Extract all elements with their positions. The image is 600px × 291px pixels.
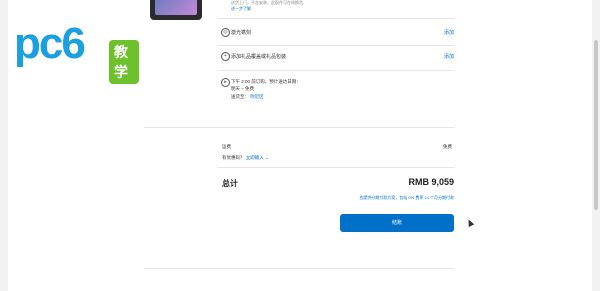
logo-badge: 教学	[109, 40, 139, 84]
divider	[218, 18, 454, 19]
mouse-cursor-icon	[465, 218, 475, 227]
total-value: RMB 9,059	[408, 177, 454, 187]
site-logo: pc6 教学	[14, 18, 139, 84]
divider	[218, 45, 454, 46]
promo-prompt: 有优惠码？	[222, 155, 245, 160]
left-gutter	[0, 0, 8, 291]
truck-icon: ▸	[221, 78, 230, 87]
page: pc6 教学 送货上门，不含安装，此配件可在线换货 进一步了解 ◎ 激光镌刻 添…	[0, 0, 600, 291]
delivery-line1: 下午 2:00 前订购，预计送达日期：	[231, 79, 301, 84]
shipping-label: 运费	[222, 144, 231, 149]
installment-link[interactable]: 也提供分期付款方案，包括 0% 费率 24 个月分期付款	[359, 195, 454, 201]
gift-icon: +	[221, 52, 230, 61]
promo-row: 有优惠码？ 立即输入 ⌄	[222, 155, 269, 161]
option-label-engrave: 激光镌刻	[231, 30, 252, 36]
divider	[218, 70, 454, 71]
divider	[218, 167, 454, 168]
laser-engrave-icon: ◎	[221, 28, 230, 37]
scrollbar[interactable]	[594, 40, 598, 210]
promo-link[interactable]: 立即输入 ⌄	[246, 155, 269, 160]
total-label: 总计	[222, 179, 238, 188]
delivery-location-link[interactable]: 附近区	[250, 94, 264, 99]
add-gift-button[interactable]: 添加	[444, 53, 454, 60]
delivery-location-label: 送货至：	[231, 94, 249, 99]
bottom-divider	[144, 268, 454, 269]
delivery-location: 送货至： 附近区	[231, 94, 264, 100]
learn-more-link[interactable]: 进一步了解	[231, 6, 251, 12]
delivery-line2: 明天 – 免费	[231, 86, 255, 91]
add-engrave-button[interactable]: 添加	[444, 29, 454, 36]
section-divider	[144, 127, 454, 128]
checkout-button[interactable]: 结账	[340, 214, 454, 232]
product-screen	[155, 0, 197, 15]
product-image	[150, 0, 202, 20]
shipping-value: 免费	[443, 144, 452, 149]
logo-text: pc6	[14, 19, 86, 68]
option-label-gift: 添加礼品覆盖或礼品包装	[231, 54, 287, 60]
